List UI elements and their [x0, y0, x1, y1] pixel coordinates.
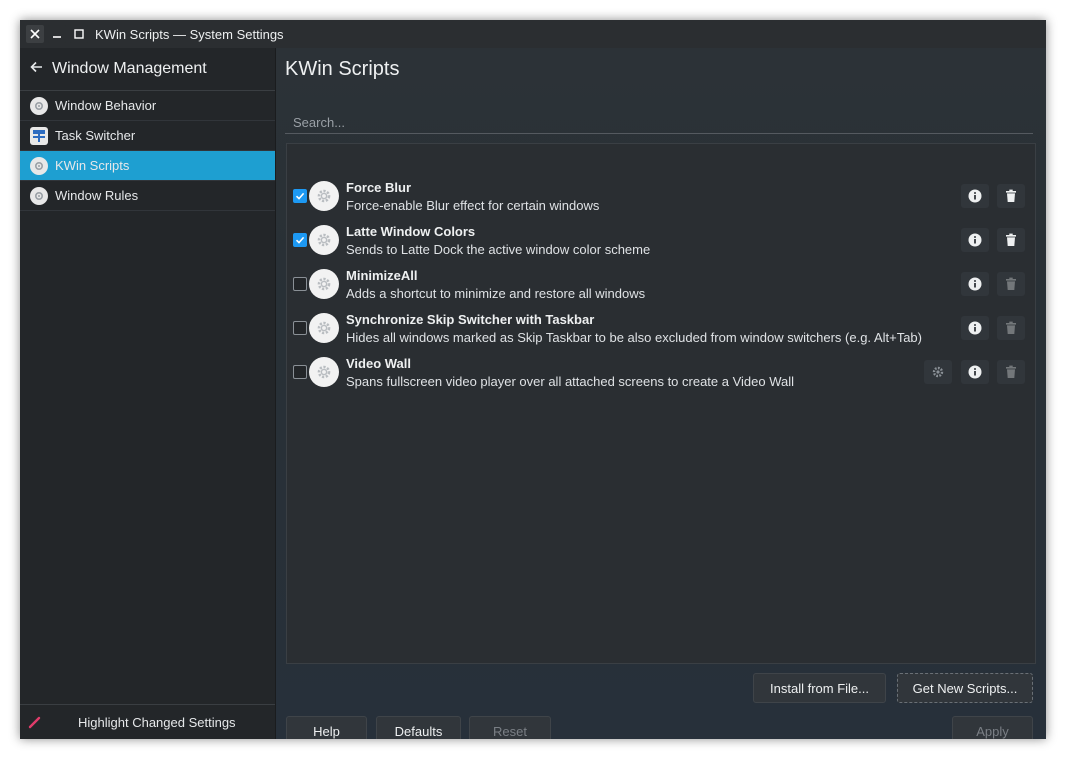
- script-name: Synchronize Skip Switcher with Taskbar: [346, 312, 595, 327]
- pencil-icon: [28, 716, 41, 729]
- trash-icon: [1006, 233, 1016, 246]
- title-bar: KWin Scripts — System Settings: [20, 20, 1046, 48]
- sidebar-item-label: Window Behavior: [55, 98, 157, 113]
- script-gear-icon: [309, 313, 339, 343]
- reset-button[interactable]: Reset: [469, 716, 551, 739]
- defaults-button[interactable]: Defaults: [376, 716, 461, 739]
- script-name: Video Wall: [346, 356, 412, 371]
- sidebar-item-label: Window Rules: [55, 188, 139, 203]
- about-button[interactable]: [961, 272, 989, 296]
- info-icon: [968, 233, 982, 247]
- delete-button[interactable]: [997, 228, 1025, 252]
- enable-checkbox[interactable]: [293, 321, 307, 335]
- trash-icon: [1006, 365, 1016, 378]
- get-new-scripts-button[interactable]: Get New Scripts...: [897, 673, 1033, 703]
- script-name: Latte Window Colors: [346, 224, 476, 239]
- delete-button[interactable]: [997, 316, 1025, 340]
- about-button[interactable]: [961, 184, 989, 208]
- maximize-window-button[interactable]: [70, 25, 88, 43]
- script-description: Spans fullscreen video player over all a…: [346, 374, 795, 389]
- minimize-window-button[interactable]: [48, 25, 66, 43]
- info-icon: [968, 321, 982, 335]
- checkmark-icon: [295, 236, 305, 244]
- maximize-icon: [74, 29, 84, 39]
- search-input[interactable]: [285, 112, 1033, 134]
- sidebar-item-window-behavior[interactable]: Window Behavior: [20, 91, 275, 121]
- trash-icon: [1006, 277, 1016, 290]
- script-description: Hides all windows marked as Skip Taskbar…: [346, 330, 922, 345]
- script-gear-icon: [309, 357, 339, 387]
- close-window-button[interactable]: [26, 25, 44, 43]
- delete-button[interactable]: [997, 272, 1025, 296]
- system-settings-window: KWin Scripts — System Settings Window Ma…: [20, 20, 1046, 739]
- sidebar: Window Management Window Behavior Task S…: [20, 48, 276, 739]
- script-description: Adds a shortcut to minimize and restore …: [346, 286, 646, 301]
- gear-icon: [932, 366, 944, 378]
- help-button[interactable]: Help: [286, 716, 367, 739]
- sidebar-item-window-rules[interactable]: Window Rules: [20, 181, 275, 211]
- info-icon: [968, 277, 982, 291]
- sidebar-item-task-switcher[interactable]: Task Switcher: [20, 121, 275, 151]
- close-icon: [30, 29, 40, 39]
- install-from-file-button[interactable]: Install from File...: [753, 673, 886, 703]
- minimize-icon: [53, 36, 61, 38]
- list-item: Video Wall Spans fullscreen video player…: [287, 356, 1035, 400]
- highlight-changed-settings-label: Highlight Changed Settings: [78, 714, 236, 730]
- sidebar-item-kwin-scripts[interactable]: KWin Scripts: [20, 151, 275, 181]
- list-item: Latte Window Colors Sends to Latte Dock …: [287, 224, 1035, 268]
- list-item: Synchronize Skip Switcher with Taskbar H…: [287, 312, 1035, 356]
- info-icon: [968, 189, 982, 203]
- enable-checkbox[interactable]: [293, 189, 307, 203]
- configure-button[interactable]: [924, 360, 952, 384]
- info-icon: [968, 365, 982, 379]
- checkmark-icon: [295, 192, 305, 200]
- enable-checkbox[interactable]: [293, 365, 307, 379]
- script-gear-icon: [309, 181, 339, 211]
- about-button[interactable]: [961, 360, 989, 384]
- script-gear-icon: [309, 225, 339, 255]
- window-title: KWin Scripts — System Settings: [95, 26, 284, 42]
- trash-icon: [1006, 321, 1016, 334]
- sidebar-title: Window Management: [52, 60, 207, 77]
- apply-button[interactable]: Apply: [952, 716, 1033, 739]
- highlight-changed-settings-toggle[interactable]: Highlight Changed Settings: [20, 704, 275, 739]
- main-content: KWin Scripts Force Blur Force-enable Blu…: [276, 48, 1046, 739]
- sidebar-header[interactable]: Window Management: [20, 48, 275, 91]
- delete-button[interactable]: [997, 360, 1025, 384]
- page-title: KWin Scripts: [285, 58, 400, 80]
- script-gear-icon: [309, 269, 339, 299]
- enable-checkbox[interactable]: [293, 233, 307, 247]
- kwin-scripts-icon: [30, 156, 48, 175]
- task-switcher-icon: [30, 126, 48, 145]
- window-rules-icon: [30, 186, 48, 205]
- about-button[interactable]: [961, 316, 989, 340]
- list-item: Force Blur Force-enable Blur effect for …: [287, 180, 1035, 224]
- script-name: MinimizeAll: [346, 268, 418, 283]
- sidebar-item-label: KWin Scripts: [55, 158, 130, 173]
- about-button[interactable]: [961, 228, 989, 252]
- back-arrow-icon[interactable]: [30, 59, 48, 79]
- enable-checkbox[interactable]: [293, 277, 307, 291]
- script-description: Force-enable Blur effect for certain win…: [346, 198, 600, 213]
- delete-button[interactable]: [997, 184, 1025, 208]
- trash-icon: [1006, 189, 1016, 202]
- scripts-list: Force Blur Force-enable Blur effect for …: [286, 143, 1036, 664]
- window-behavior-icon: [30, 96, 48, 115]
- script-name: Force Blur: [346, 180, 412, 195]
- script-description: Sends to Latte Dock the active window co…: [346, 242, 651, 257]
- sidebar-item-label: Task Switcher: [55, 128, 136, 143]
- list-item: MinimizeAll Adds a shortcut to minimize …: [287, 268, 1035, 312]
